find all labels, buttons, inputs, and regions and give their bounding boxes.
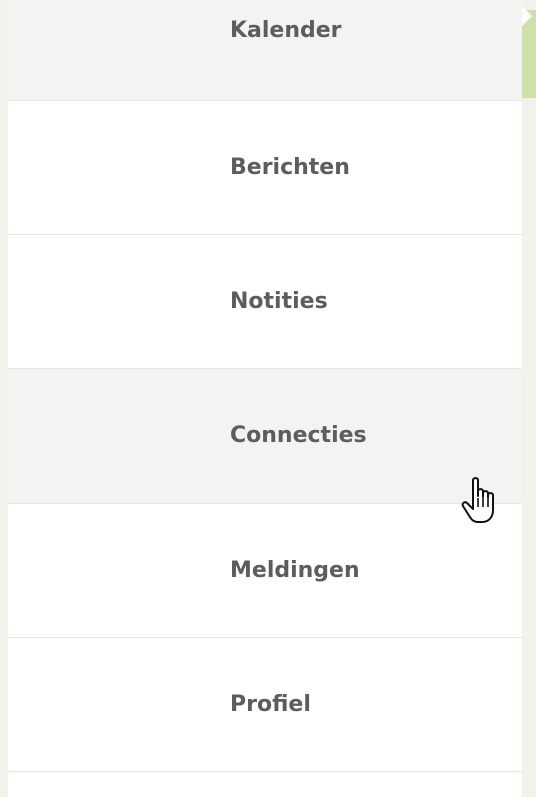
menu-item-meldingen[interactable]: Meldingen: [8, 504, 522, 638]
side-menu: Kalender Berichten Notities Connecties M…: [8, 0, 522, 797]
left-rail: [0, 0, 8, 797]
menu-item-connecties[interactable]: Connecties: [8, 369, 522, 504]
right-rail: [522, 0, 536, 797]
menu-item-label: Profiel: [230, 692, 311, 717]
menu-item-notities[interactable]: Notities: [8, 235, 522, 369]
menu-item-label: Meldingen: [230, 558, 360, 583]
menu-item-label: Berichten: [230, 155, 350, 180]
active-indicator-notch: [522, 6, 532, 26]
menu-item-partial[interactable]: [8, 772, 522, 797]
side-navigation-panel: Kalender Berichten Notities Connecties M…: [0, 0, 536, 797]
menu-item-label: Kalender: [230, 18, 342, 43]
hand-pointer-icon: [461, 477, 494, 523]
menu-item-berichten[interactable]: Berichten: [8, 101, 522, 235]
menu-item-profiel[interactable]: Profiel: [8, 638, 522, 772]
menu-item-label: Connecties: [230, 423, 367, 448]
menu-item-label: Notities: [230, 289, 328, 314]
menu-item-kalender[interactable]: Kalender: [8, 0, 522, 101]
